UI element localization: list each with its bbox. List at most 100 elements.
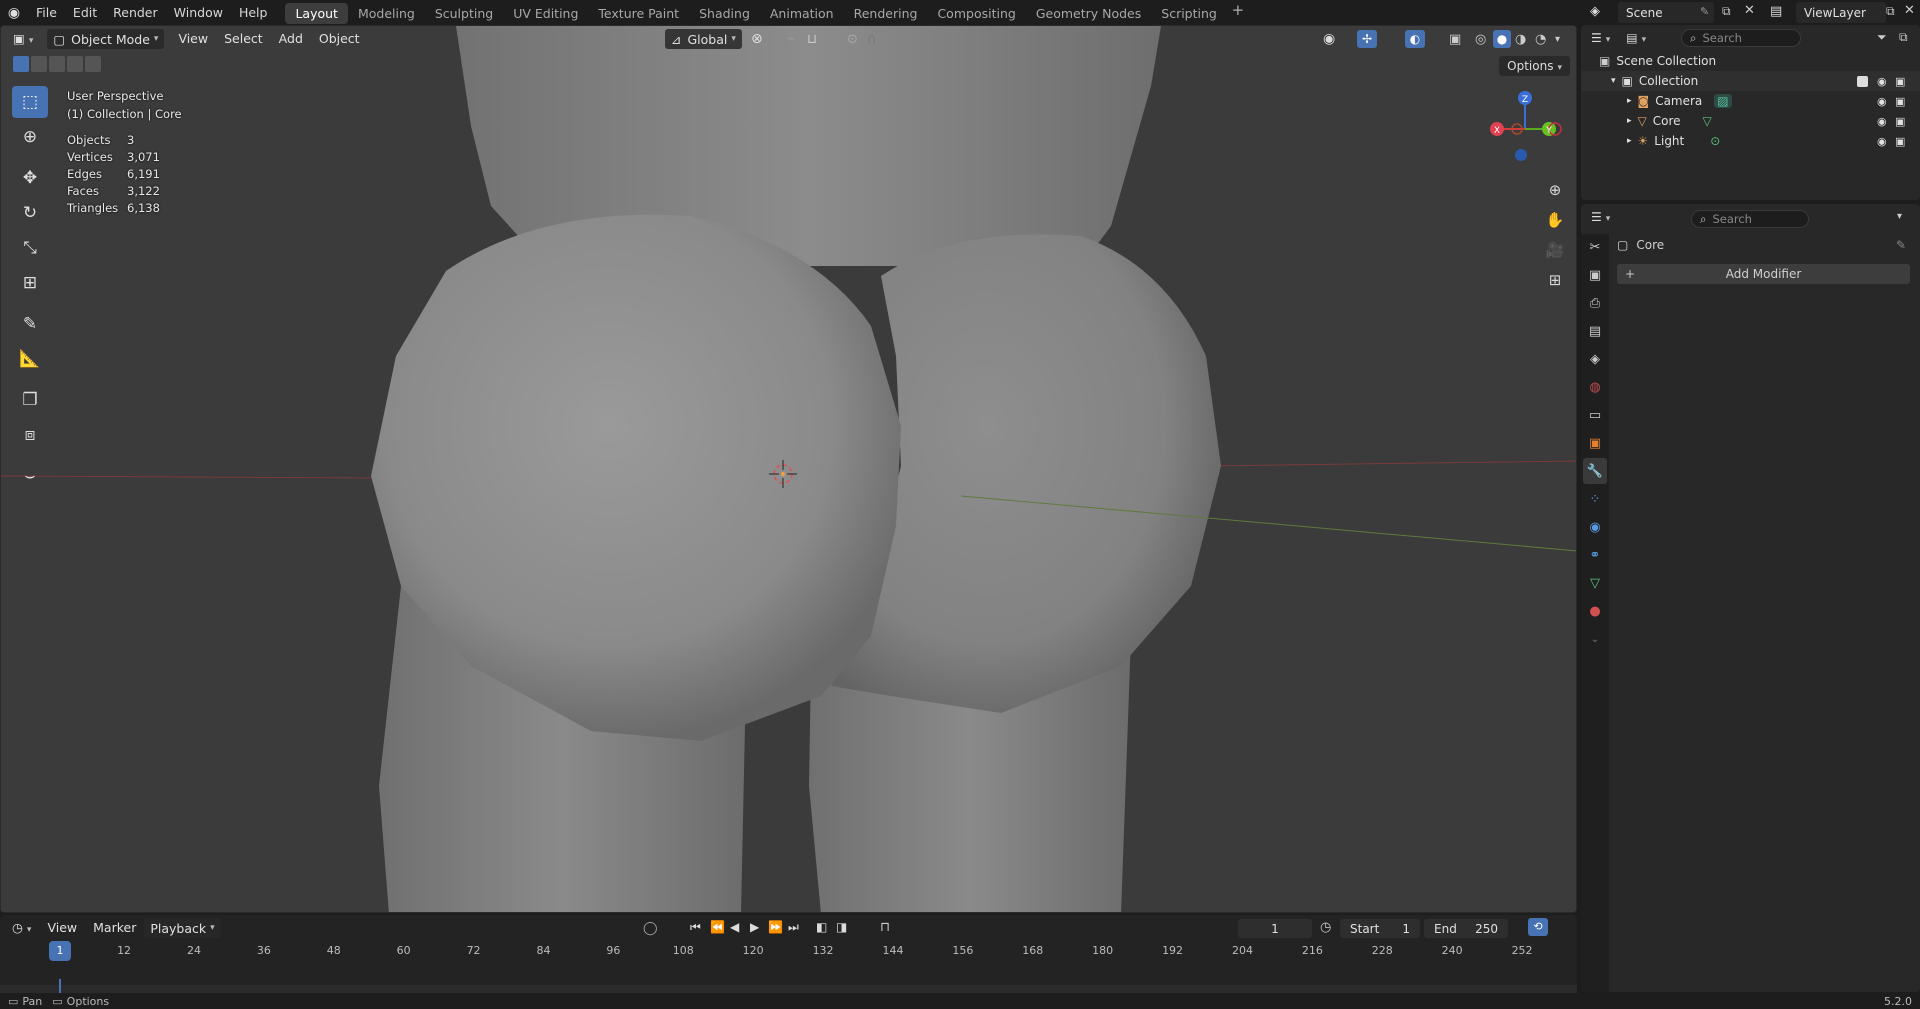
editor-type-icon[interactable]: ▣ ▾ — [1, 29, 41, 49]
cursor-icon[interactable]: ⊕ — [12, 121, 48, 153]
menu-window[interactable]: Window — [166, 0, 231, 25]
menu-add[interactable]: Add — [271, 29, 311, 49]
auto-keying-icon[interactable]: ◯ — [643, 921, 658, 936]
outliner-item-light[interactable]: ▸ ☀ Light ⊙ ◉ ▣ — [1581, 131, 1920, 151]
viewlayer-field[interactable]: ViewLayer — [1796, 2, 1886, 23]
blender-logo-icon[interactable]: ◉ — [0, 0, 28, 25]
expand-icon[interactable]: ▾ — [1611, 76, 1616, 86]
solid-shading-icon[interactable]: ● — [1493, 30, 1511, 48]
render-camera-icon[interactable]: ▣ — [1895, 95, 1905, 108]
properties-options-icon[interactable]: ▾ — [1897, 211, 1902, 222]
transform-icon[interactable]: ⊞ — [12, 267, 48, 299]
filter-icon[interactable]: ⏷ — [1877, 30, 1887, 45]
render-camera-icon[interactable]: ▣ — [1895, 75, 1905, 88]
modifier-tab-icon[interactable]: 🔧 — [1583, 458, 1607, 484]
annotate-icon[interactable]: ✎ — [12, 308, 48, 340]
menu-file[interactable]: File — [28, 0, 65, 25]
select-intersect-icon[interactable] — [85, 56, 101, 72]
rendered-shading-icon[interactable]: ◔ — [1535, 32, 1546, 47]
tab-uv-editing[interactable]: UV Editing — [503, 3, 588, 24]
eye-icon[interactable]: ◉ — [1877, 115, 1887, 128]
new-collection-icon[interactable]: ⧉ — [1899, 30, 1908, 45]
output-tab-icon[interactable]: ⎙ — [1583, 290, 1607, 316]
scale-icon[interactable]: ⤡ — [12, 232, 48, 264]
prev-keyframe-icon[interactable]: ◧ — [816, 920, 827, 934]
jump-keyframe-back-icon[interactable]: ⏪ — [710, 920, 725, 934]
render-tab-icon[interactable]: ▣ — [1583, 262, 1607, 288]
end-frame-field[interactable]: End 250 — [1424, 919, 1508, 938]
select-mode-icons[interactable] — [13, 56, 101, 72]
jump-start-icon[interactable]: ⏮ — [690, 920, 701, 935]
overlay-toggle-icon[interactable]: ◐ — [1405, 30, 1425, 48]
3d-viewport[interactable]: Z Y X ▣ ▾ ▢ Object Mode ▾ View Select Add… — [0, 25, 1577, 913]
start-frame-field[interactable]: Start 1 — [1340, 919, 1420, 938]
jump-keyframe-forward-icon[interactable]: ⏩ — [768, 920, 783, 934]
measure-icon[interactable]: 📐 — [12, 343, 48, 375]
delete-viewlayer-icon[interactable]: ✕ — [1904, 3, 1915, 18]
light-data-icon[interactable]: ⊙ — [1710, 134, 1720, 148]
menu-help[interactable]: Help — [231, 0, 276, 25]
menu-select[interactable]: Select — [216, 29, 271, 49]
menu-view[interactable]: View — [170, 29, 216, 49]
tab-rendering[interactable]: Rendering — [844, 3, 928, 24]
object-tab-icon[interactable]: ▣ — [1583, 430, 1607, 456]
scene-collection-row[interactable]: ▣ Scene Collection — [1581, 51, 1920, 71]
falloff-icon[interactable]: ∩ — [867, 32, 877, 47]
properties-editor-type-icon[interactable]: ☰ ▾ — [1591, 210, 1610, 224]
tool-tab-icon[interactable]: ✂ — [1583, 234, 1607, 260]
constraints-tab-icon[interactable]: ⚭ — [1583, 542, 1607, 568]
world-tab-icon[interactable]: ◍ — [1583, 374, 1607, 400]
data-tab-icon[interactable]: ▽ — [1583, 570, 1607, 596]
expand-icon[interactable]: ▸ — [1627, 96, 1632, 106]
outliner-editor-type-icon[interactable]: ☰ ▾ — [1591, 31, 1610, 45]
rotate-icon[interactable]: ↻ — [12, 197, 48, 229]
particles-tab-icon[interactable]: ⁘ — [1583, 486, 1607, 512]
physics-tab-icon[interactable]: ◉ — [1583, 514, 1607, 540]
tab-geometry-nodes[interactable]: Geometry Nodes — [1026, 3, 1151, 24]
collection-tab-icon[interactable]: ▭ — [1583, 402, 1607, 428]
select-box-icon[interactable]: ⬚ — [12, 86, 48, 118]
pin-icon[interactable]: ✎ — [1896, 238, 1906, 252]
pivot-icon[interactable]: ⊗ — [751, 31, 763, 47]
add-primitive-icon[interactable]: ⧈ — [12, 419, 48, 451]
wireframe-shading-icon[interactable]: ◎ — [1475, 32, 1486, 47]
zoom-icon[interactable]: ⊕ — [1542, 176, 1568, 204]
tab-scripting[interactable]: Scripting — [1151, 3, 1227, 24]
tab-compositing[interactable]: Compositing — [927, 3, 1025, 24]
collection-row[interactable]: ▾ ▣ Collection ◉ ▣ — [1581, 71, 1920, 91]
select-new-icon[interactable] — [13, 56, 29, 72]
expand-icon[interactable]: ▸ — [1627, 136, 1632, 146]
proportional-edit-icon[interactable]: ⊙ — [847, 32, 858, 47]
camera-view-icon[interactable]: 🎥 — [1542, 236, 1568, 264]
outliner-item-core[interactable]: ▸ ▽ Core ▽ ◉ ▣ — [1581, 111, 1920, 131]
select-subtract-icon[interactable] — [49, 56, 65, 72]
expand-icon[interactable]: ▸ — [1627, 116, 1632, 126]
pin-icon[interactable]: ✎ — [1700, 5, 1709, 18]
preview-range-icon[interactable]: ◷ — [1320, 920, 1331, 935]
add-workspace-icon[interactable]: + — [1227, 1, 1249, 24]
timeline-editor-type-icon[interactable]: ◷ ▾ — [0, 918, 39, 938]
tab-shading[interactable]: Shading — [689, 3, 760, 24]
tab-modeling[interactable]: Modeling — [348, 3, 425, 24]
properties-search-input[interactable]: ⌕ Search — [1691, 210, 1809, 228]
tab-sculpting[interactable]: Sculpting — [425, 3, 503, 24]
playback-dropdown[interactable]: Playback ▾ — [144, 918, 221, 938]
eye-icon[interactable]: ◉ — [1877, 95, 1887, 108]
scene-tab-icon[interactable]: ◈ — [1583, 346, 1607, 372]
render-camera-icon[interactable]: ▣ — [1895, 135, 1905, 148]
mode-dropdown[interactable]: ▢ Object Mode ▾ — [47, 29, 165, 49]
new-viewlayer-icon[interactable]: ⧉ — [1886, 4, 1895, 19]
perspective-toggle-icon[interactable]: ⊞ — [1542, 266, 1568, 294]
playhead[interactable]: 1 — [49, 941, 71, 961]
material-tab-icon[interactable]: ● — [1583, 598, 1607, 624]
tab-animation[interactable]: Animation — [760, 3, 844, 24]
eye-icon[interactable]: ◉ — [1877, 135, 1887, 148]
shading-options-icon[interactable]: ▾ — [1555, 34, 1560, 45]
timeline-menu-marker[interactable]: Marker — [85, 918, 144, 938]
outliner-item-camera[interactable]: ▸ ◙ Camera ▨ ◉ ▣ — [1581, 91, 1920, 111]
scene-selector-icon[interactable]: ◈ — [1590, 4, 1600, 19]
tab-layout[interactable]: Layout — [285, 3, 348, 24]
render-camera-icon[interactable]: ▣ — [1895, 115, 1905, 128]
add-cube-icon[interactable]: ❐ — [12, 384, 48, 416]
select-extend-icon[interactable] — [31, 56, 47, 72]
